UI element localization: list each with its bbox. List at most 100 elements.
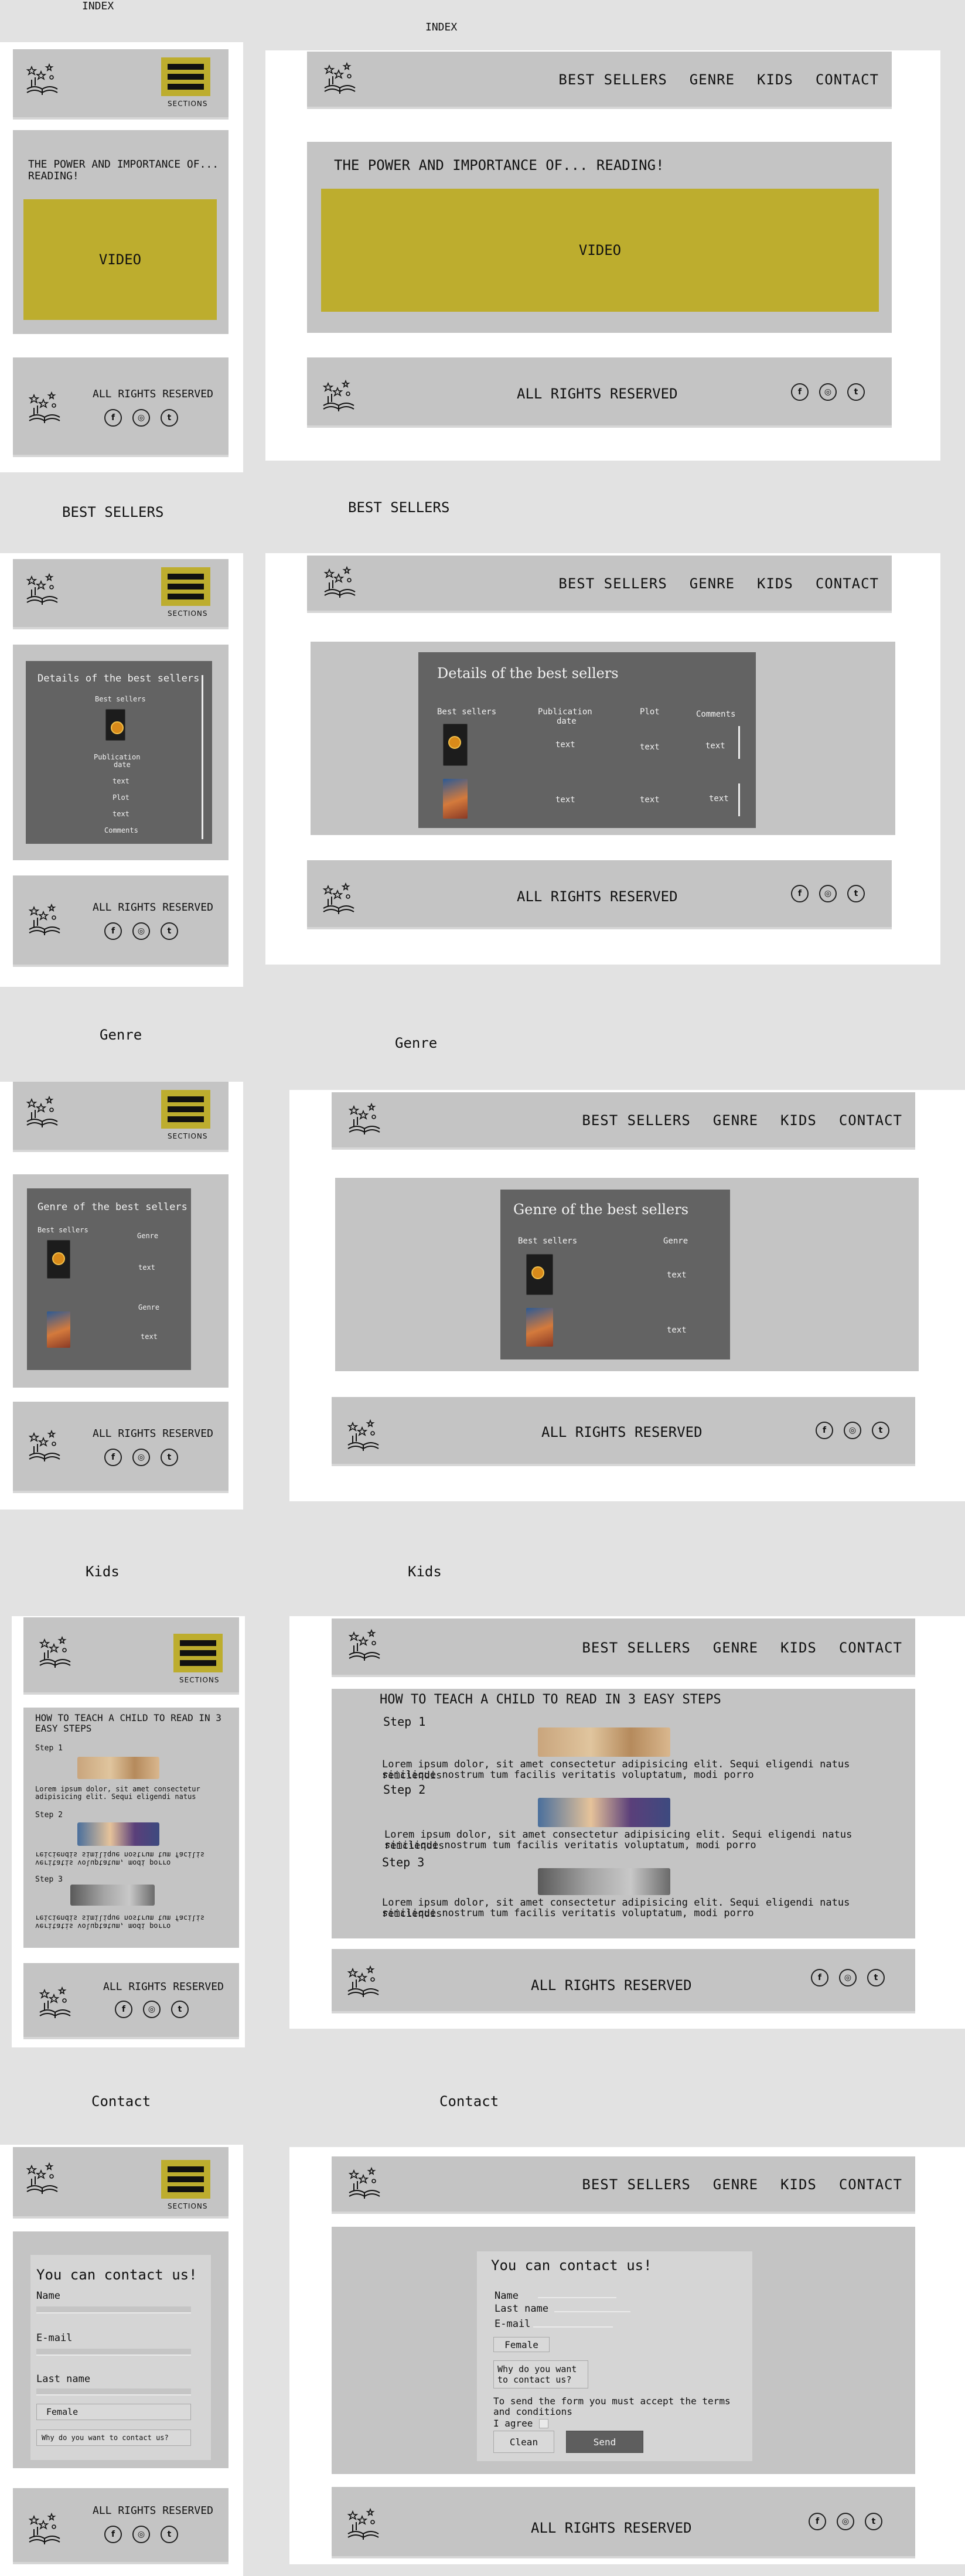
name-field[interactable] — [538, 2294, 616, 2298]
scrollbar[interactable] — [738, 726, 740, 759]
twitter-icon[interactable]: t — [847, 383, 865, 401]
agree-checkbox[interactable] — [539, 2419, 548, 2428]
instagram-icon[interactable]: ◎ — [132, 409, 150, 427]
logo-icon — [27, 390, 62, 425]
hamburger-menu-icon[interactable] — [161, 2160, 210, 2199]
facebook-icon[interactable]: f — [811, 1969, 828, 1986]
facebook-icon[interactable]: f — [791, 885, 809, 902]
logo-icon[interactable] — [25, 572, 60, 607]
reason-select[interactable]: Why do you want to contact us? — [36, 2430, 191, 2446]
instagram-icon[interactable]: ◎ — [819, 885, 837, 902]
gender-select[interactable]: Female — [493, 2337, 550, 2352]
nav-genre[interactable]: GENRE — [713, 1112, 758, 1129]
reason-select[interactable]: Why do you want to contact us? — [493, 2360, 588, 2388]
logo-icon[interactable] — [322, 565, 357, 600]
twitter-icon[interactable]: t — [847, 885, 865, 902]
instagram-icon[interactable]: ◎ — [132, 2526, 150, 2543]
instagram-icon[interactable]: ◎ — [844, 1422, 861, 1439]
facebook-icon[interactable]: f — [115, 2001, 132, 2018]
hamburger-menu-icon[interactable] — [161, 57, 210, 96]
twitter-icon[interactable]: t — [161, 409, 178, 427]
nav-contact[interactable]: CONTACT — [816, 71, 879, 88]
twitter-icon[interactable]: t — [161, 1449, 178, 1466]
hamburger-menu-icon[interactable] — [173, 1634, 223, 1672]
desktop-footer: ALL RIGHTS RESERVED f ◎ t — [332, 2487, 915, 2558]
logo-icon[interactable] — [25, 62, 60, 97]
scrollbar[interactable] — [738, 783, 740, 816]
twitter-icon[interactable]: t — [867, 1969, 885, 1986]
name-field[interactable] — [36, 2306, 191, 2313]
last-name-field[interactable] — [36, 2388, 191, 2396]
footer-rights: ALL RIGHTS RESERVED — [103, 1981, 224, 1993]
nav-genre[interactable]: GENRE — [713, 2176, 758, 2193]
logo-icon[interactable] — [25, 1095, 60, 1130]
instagram-icon[interactable]: ◎ — [143, 2001, 161, 2018]
logo-icon[interactable] — [347, 2166, 382, 2201]
facebook-icon[interactable]: f — [104, 922, 122, 940]
video-player[interactable]: VIDEO — [321, 189, 879, 312]
twitter-icon[interactable]: t — [171, 2001, 189, 2018]
instagram-icon[interactable]: ◎ — [132, 922, 150, 940]
facebook-icon[interactable]: f — [104, 1449, 122, 1466]
hamburger-menu-icon[interactable] — [161, 1090, 210, 1129]
nav-best-sellers[interactable]: BEST SELLERS — [582, 1112, 690, 1129]
twitter-icon[interactable]: t — [872, 1422, 889, 1439]
email-field[interactable] — [36, 2349, 191, 2356]
facebook-icon[interactable]: f — [104, 409, 122, 427]
logo-icon[interactable] — [347, 1102, 382, 1137]
col-header-genre: Genre — [138, 1303, 160, 1311]
nav-kids[interactable]: KIDS — [780, 1112, 817, 1129]
col-header-best-sellers: Best sellers — [95, 695, 146, 703]
nav-contact[interactable]: CONTACT — [839, 1640, 902, 1656]
instagram-icon[interactable]: ◎ — [839, 1969, 857, 1986]
nav-best-sellers[interactable]: BEST SELLERS — [582, 1640, 690, 1656]
label-name: Name — [36, 2290, 60, 2302]
twitter-icon[interactable]: t — [161, 2526, 178, 2543]
video-player[interactable]: VIDEO — [23, 199, 217, 320]
twitter-icon[interactable]: t — [865, 2513, 882, 2530]
logo-icon[interactable] — [37, 1635, 73, 1670]
step-text: similique nostrum tum facilis veritatis … — [382, 1769, 754, 1781]
social-links: f ◎ t — [104, 1449, 178, 1466]
scrollbar[interactable] — [202, 675, 203, 839]
nav-genre[interactable]: GENRE — [690, 575, 735, 592]
nav-best-sellers[interactable]: BEST SELLERS — [558, 575, 667, 592]
sections-label: SECTIONS — [168, 2202, 208, 2210]
facebook-icon[interactable]: f — [809, 2513, 826, 2530]
instagram-icon[interactable]: ◎ — [819, 383, 837, 401]
nav-best-sellers[interactable]: BEST SELLERS — [582, 2176, 690, 2193]
mobile-main-panel: HOW TO TEACH A CHILD TO READ IN 3 EASY S… — [23, 1708, 239, 1948]
facebook-icon[interactable]: f — [816, 1422, 833, 1439]
reason-line: Why do you want — [497, 2364, 577, 2374]
nav-contact[interactable]: CONTACT — [839, 1112, 902, 1129]
facebook-icon[interactable]: f — [791, 383, 809, 401]
table-title: Details of the best sellers — [37, 673, 200, 684]
col-header-pub-date: Publication — [94, 753, 141, 761]
footer-rights: ALL RIGHTS RESERVED — [517, 386, 678, 402]
send-button[interactable]: Send — [566, 2431, 643, 2453]
logo-icon[interactable] — [25, 2161, 60, 2196]
nav-kids[interactable]: KIDS — [780, 2176, 817, 2193]
cell-text: text — [640, 742, 660, 752]
nav-best-sellers[interactable]: BEST SELLERS — [558, 71, 667, 88]
logo-icon[interactable] — [322, 61, 357, 96]
nav-kids[interactable]: KIDS — [757, 71, 793, 88]
nav-kids[interactable]: KIDS — [780, 1640, 817, 1656]
instagram-icon[interactable]: ◎ — [837, 2513, 854, 2530]
email-field[interactable] — [533, 2323, 613, 2328]
nav-genre[interactable]: GENRE — [690, 71, 735, 88]
nav-kids[interactable]: KIDS — [757, 575, 793, 592]
hamburger-menu-icon[interactable] — [161, 567, 210, 606]
clean-button[interactable]: Clean — [493, 2431, 554, 2453]
facebook-icon[interactable]: f — [104, 2526, 122, 2543]
last-name-field[interactable] — [554, 2308, 630, 2312]
gender-select[interactable]: Female — [36, 2404, 191, 2420]
instagram-icon[interactable]: ◎ — [132, 1449, 150, 1466]
nav-contact[interactable]: CONTACT — [816, 575, 879, 592]
label-email: E-mail — [495, 2318, 531, 2330]
logo-icon[interactable] — [347, 1628, 382, 1663]
twitter-icon[interactable]: t — [161, 922, 178, 940]
contact-form: You can contact us! Name Last name E-mai… — [477, 2251, 752, 2461]
nav-contact[interactable]: CONTACT — [839, 2176, 902, 2193]
nav-genre[interactable]: GENRE — [713, 1640, 758, 1656]
